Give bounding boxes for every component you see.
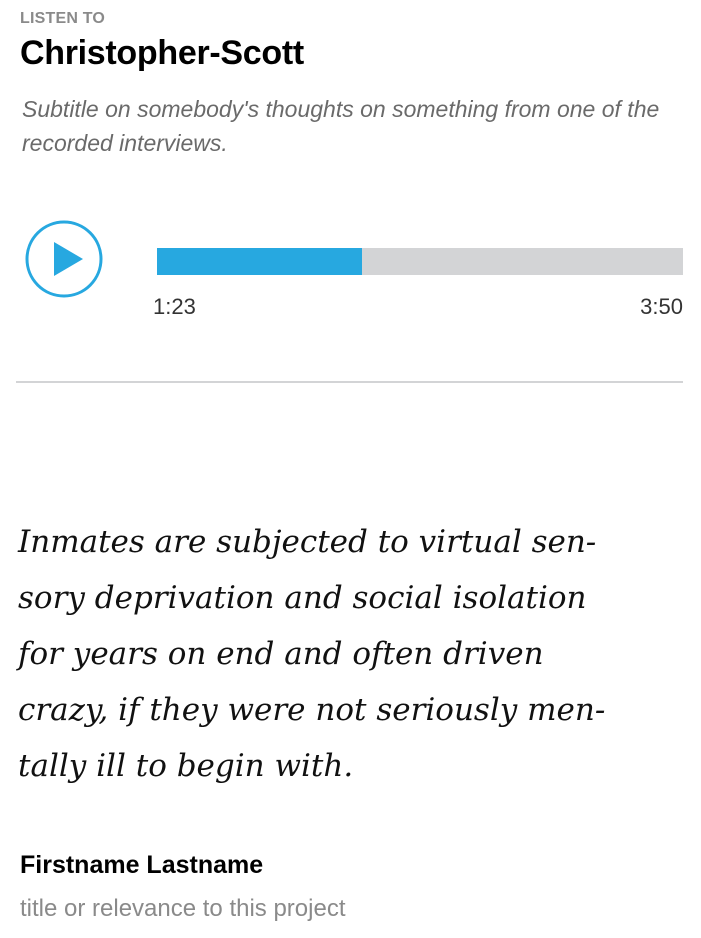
quote-line: Inmates are subjected to virtual sen- — [18, 524, 597, 560]
author-name: Firstname Lastname — [20, 851, 264, 879]
progress-bar[interactable] — [157, 248, 683, 275]
total-time: 3:50 — [640, 294, 683, 319]
play-button[interactable] — [25, 220, 103, 298]
quote-line: sory deprivation and social isolation — [18, 580, 587, 616]
subtitle: Subtitle on somebody's thoughts on somet… — [22, 96, 660, 156]
eyebrow-label: LISTEN TO — [20, 10, 106, 27]
page-title: Christopher-Scott — [20, 34, 304, 72]
progress-fill — [157, 248, 363, 275]
pull-quote: Inmates are subjected to virtual sen- so… — [18, 514, 690, 794]
quote-line: for years on end and often driven — [18, 636, 544, 672]
quote-line: tally ill to begin with. — [18, 748, 354, 784]
divider — [16, 381, 683, 383]
play-icon — [25, 220, 103, 298]
author-role: title or relevance to this project — [20, 895, 346, 922]
current-time: 1:23 — [153, 294, 196, 319]
quote-line: crazy, if they were not seriously men- — [18, 692, 606, 728]
